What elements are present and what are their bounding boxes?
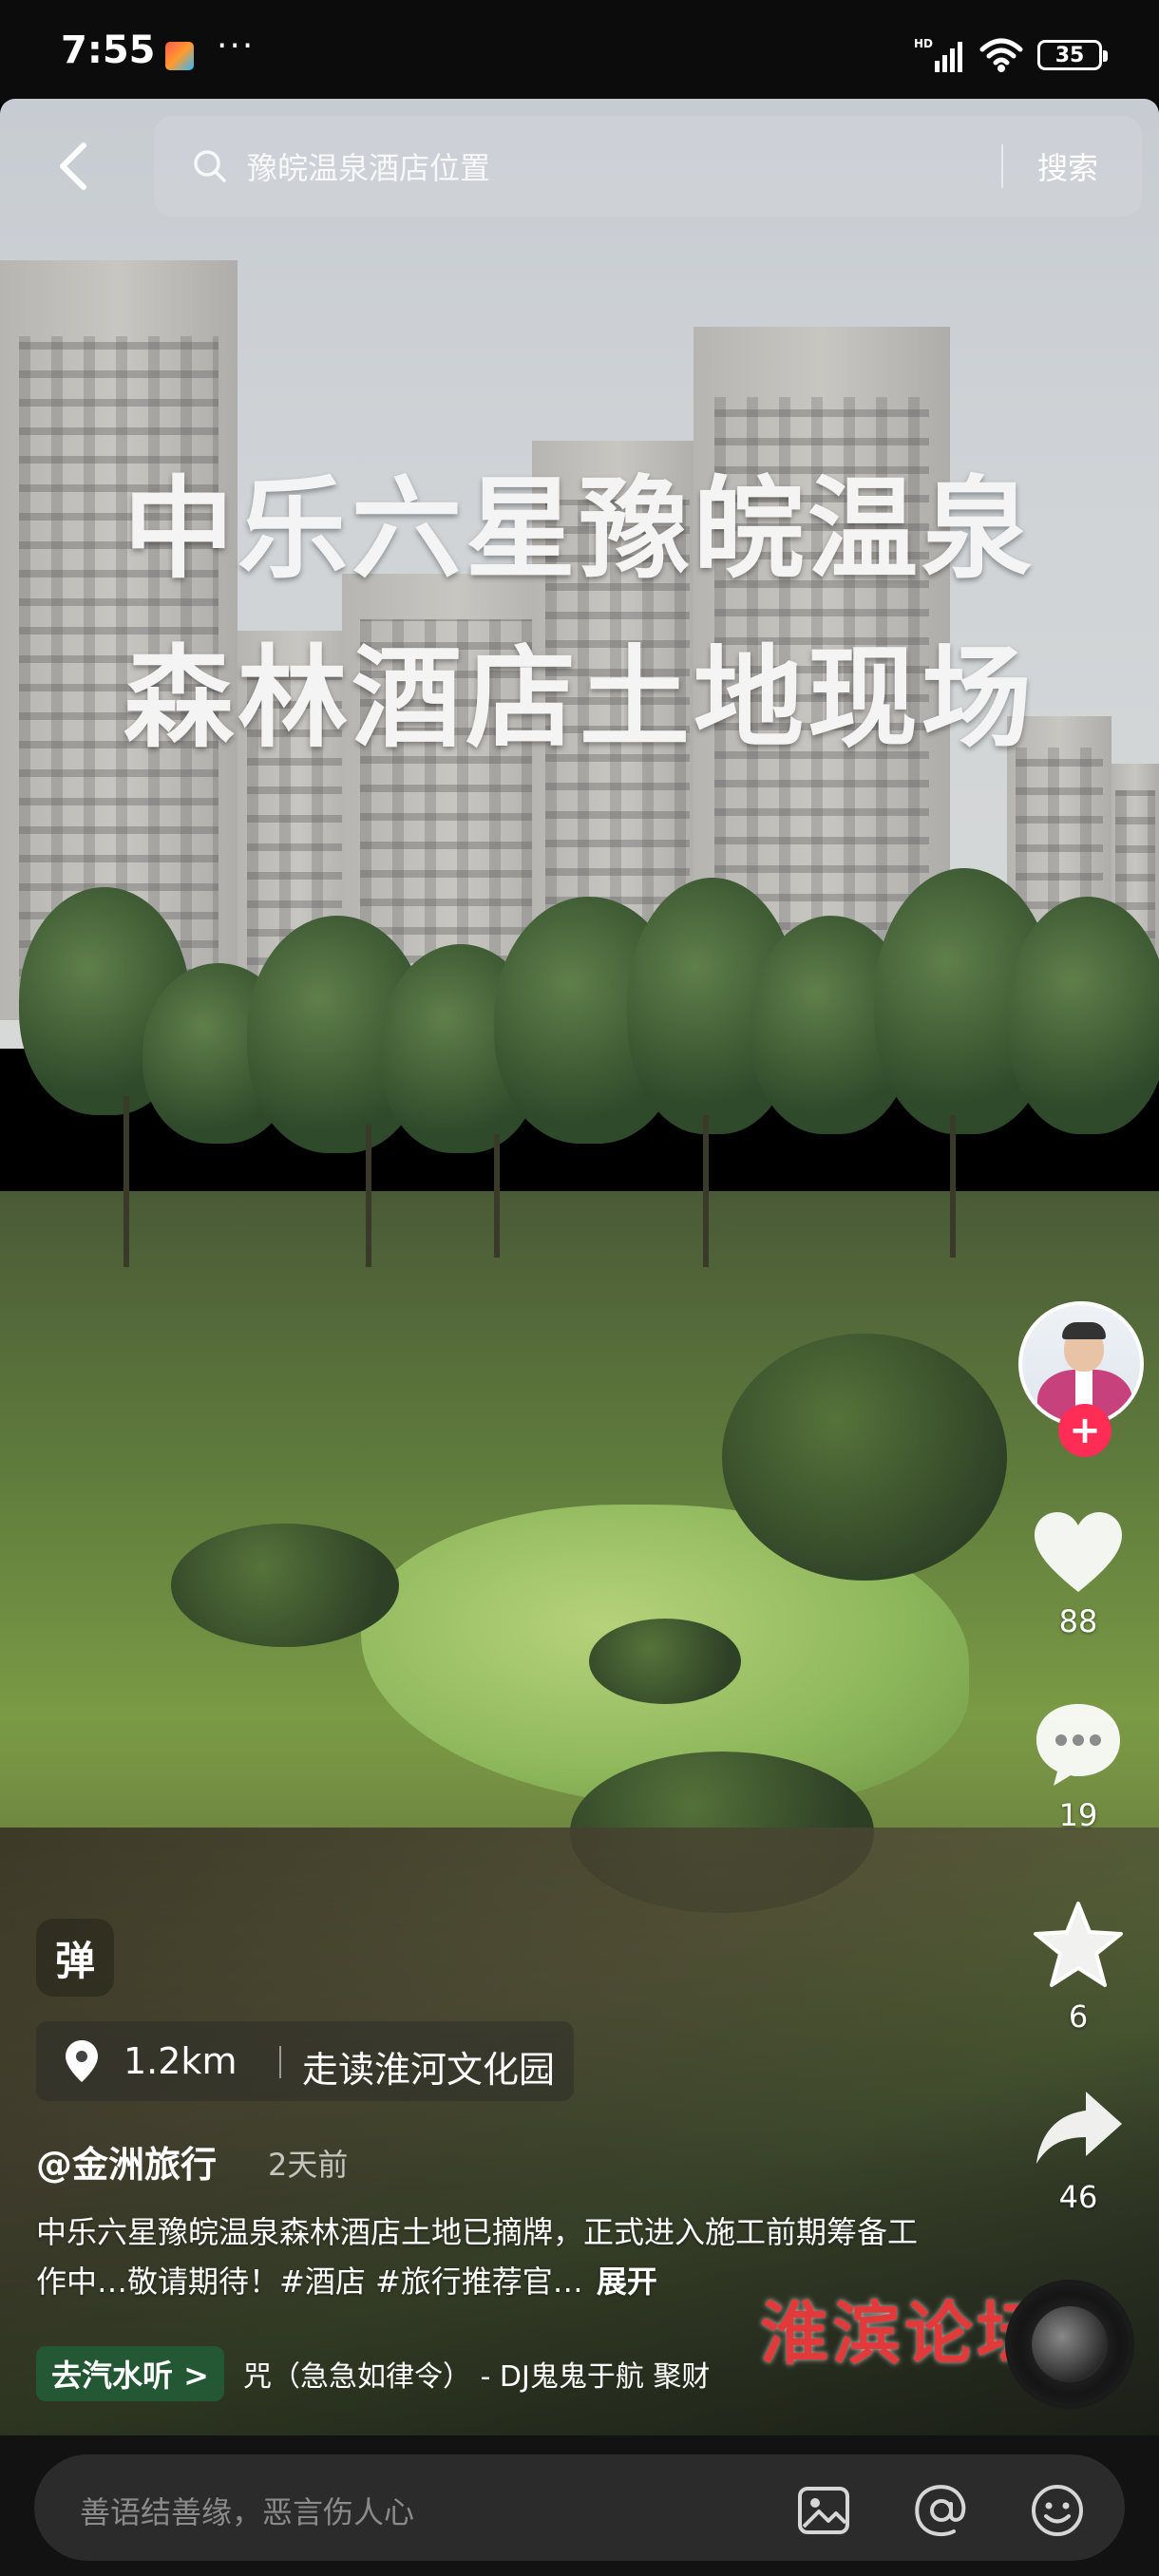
network-label: HD — [914, 37, 933, 50]
video-bush — [722, 1334, 1007, 1581]
at-icon[interactable] — [912, 2481, 971, 2540]
location-name: 走读淮河文化园 — [302, 2049, 556, 2091]
search-divider — [1001, 144, 1003, 188]
signal-icon: HD — [914, 37, 962, 72]
share-count: 46 — [1058, 2179, 1098, 2215]
comment-button[interactable]: 19 — [998, 1698, 1159, 1833]
app-notification-icon — [165, 42, 194, 70]
back-arrow-icon[interactable] — [48, 138, 104, 195]
search-button[interactable]: 搜索 — [1037, 144, 1098, 188]
status-indicators: HD 35 — [912, 34, 1108, 76]
music-row[interactable]: 去汽水听 > 咒（急急如律令） - DJ鬼鬼于航 聚财 — [36, 2346, 710, 2401]
battery-icon: 35 — [1037, 40, 1108, 70]
video-bush — [171, 1524, 399, 1647]
video-title-line2: 森林酒店土地现场 — [124, 635, 1036, 763]
status-more-icon: ··· — [217, 27, 256, 66]
music-tag-button[interactable]: 去汽水听 > — [36, 2346, 224, 2401]
like-button[interactable]: 88 — [998, 1508, 1159, 1639]
location-distance: 1.2km — [124, 2040, 238, 2082]
forum-watermark: 淮滨论坛 — [760, 2293, 1050, 2374]
post-time: 2天前 — [268, 2147, 349, 2183]
search-bar[interactable]: 豫皖温泉酒店位置 搜索 — [154, 116, 1142, 217]
location-tag[interactable]: 1.2km 走读淮河文化园 — [36, 2021, 574, 2101]
danmu-toggle[interactable]: 弹 — [36, 1919, 114, 1997]
music-title: 咒（急急如律令） - DJ鬼鬼于航 聚财 — [242, 2360, 711, 2394]
music-disc-icon[interactable] — [1005, 2280, 1134, 2409]
status-bar: 7:55 ··· HD 35 — [0, 0, 1159, 104]
follow-button[interactable]: + — [1058, 1404, 1112, 1457]
star-icon — [1034, 1902, 1123, 1987]
location-divider — [279, 2046, 281, 2078]
comment-placeholder: 善语结善缘，恶言伤人心 — [80, 2494, 415, 2530]
video-bush — [589, 1619, 741, 1704]
search-input[interactable]: 豫皖温泉酒店位置 — [247, 144, 490, 188]
heart-icon — [1035, 1512, 1122, 1592]
share-icon — [1036, 2092, 1122, 2164]
wifi-icon — [979, 38, 1023, 72]
like-count: 88 — [1058, 1603, 1098, 1639]
comment-icon — [1036, 1704, 1120, 1786]
expand-button[interactable]: 展开 — [597, 2263, 657, 2300]
emoji-icon[interactable] — [1028, 2481, 1087, 2540]
comment-count: 19 — [1058, 1797, 1098, 1833]
video-title-line1: 中乐六星豫皖温泉 — [124, 465, 1036, 594]
danmu-label: 弹 — [54, 1937, 95, 1984]
author-name[interactable]: @金洲旅行 — [36, 2135, 217, 2188]
video-trees — [0, 859, 1159, 1305]
comment-input[interactable]: 善语结善缘，恶言伤人心 — [34, 2454, 1125, 2561]
favorite-button[interactable]: 6 — [998, 1900, 1159, 2035]
search-icon — [194, 150, 226, 182]
bottom-comment-bar: 善语结善缘，恶言伤人心 — [0, 2435, 1159, 2576]
favorite-count: 6 — [1068, 1998, 1089, 2035]
image-icon[interactable] — [794, 2481, 853, 2540]
status-time: 7:55 — [61, 28, 156, 72]
share-button[interactable]: 46 — [998, 2086, 1159, 2215]
location-pin-icon — [66, 2040, 98, 2082]
